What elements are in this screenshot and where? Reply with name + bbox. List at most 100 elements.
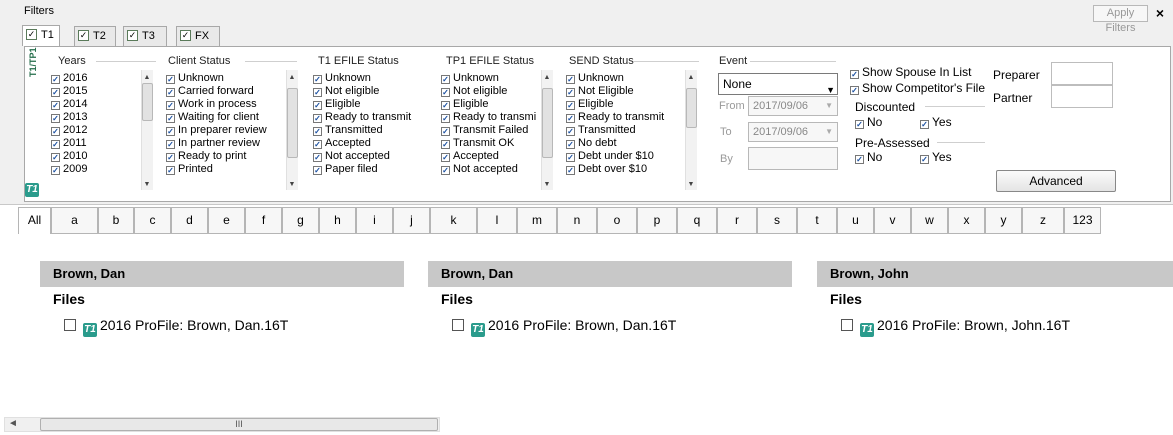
file-name[interactable]: 2016 ProFile: Brown, Dan.16T (100, 317, 288, 333)
alpha-tab-e[interactable]: e (208, 207, 245, 234)
client-status-carried-forward[interactable]: ✓ Carried forward (166, 85, 267, 98)
tp1-efile-unknown[interactable]: ✓ Unknown (441, 72, 541, 85)
alpha-tab-i[interactable]: i (356, 207, 393, 234)
send-unknown[interactable]: ✓ Unknown (566, 72, 664, 85)
show-spouse-checkbox[interactable]: ✓ Show Spouse In List (850, 66, 971, 79)
send-debt-over[interactable]: ✓ Debt over $10 (566, 163, 664, 176)
tp1-efile-not-eligible[interactable]: ✓ Not eligible (441, 85, 541, 98)
t1-efile-unknown[interactable]: ✓ Unknown (313, 72, 411, 85)
t1-efile-ready[interactable]: ✓ Ready to transmit (313, 111, 411, 124)
alpha-tab-all[interactable]: All (18, 207, 51, 234)
alpha-tab-r[interactable]: r (717, 207, 757, 234)
t1-efile-accepted[interactable]: ✓ Accepted (313, 137, 411, 150)
tp1-efile-transmit-failed[interactable]: ✓ Transmit Failed (441, 124, 541, 137)
by-field[interactable] (748, 147, 838, 170)
tp1-efile-eligible[interactable]: ✓ Eligible (441, 98, 541, 111)
alpha-tab-d[interactable]: d (171, 207, 208, 234)
client-status-waiting[interactable]: ✓ Waiting for client (166, 111, 267, 124)
tab-fx[interactable]: ✓ FX (176, 26, 220, 46)
tp1-efile-transmit-ok[interactable]: ✓ Transmit OK (441, 137, 541, 150)
client-header[interactable]: Brown, Dan (40, 261, 404, 287)
year-2011[interactable]: ✓ 2011 (51, 137, 87, 150)
years-scroll-thumb[interactable] (142, 83, 153, 121)
scroll-up-icon[interactable]: ▲ (286, 74, 298, 81)
alpha-tab-q[interactable]: q (677, 207, 717, 234)
scroll-up-icon[interactable]: ▲ (541, 74, 553, 81)
file-name[interactable]: 2016 ProFile: Brown, Dan.16T (488, 317, 676, 333)
apply-filters-button[interactable]: Apply Filters (1093, 5, 1148, 34)
alpha-tab-v[interactable]: v (874, 207, 911, 234)
alpha-tab-l[interactable]: l (477, 207, 517, 234)
year-2016[interactable]: ✓ 2016 (51, 72, 87, 85)
alpha-tab-o[interactable]: o (597, 207, 637, 234)
file-item[interactable]: T1 2016 ProFile: Brown, Dan.16T (64, 317, 288, 337)
alpha-tab-p[interactable]: p (637, 207, 677, 234)
advanced-button[interactable]: Advanced (996, 170, 1116, 192)
alpha-tab-h[interactable]: h (319, 207, 356, 234)
t1-efile-not-eligible[interactable]: ✓ Not eligible (313, 85, 411, 98)
tp1-efile-ready[interactable]: ✓ Ready to transmi (441, 111, 541, 124)
event-select[interactable]: None ▼ (718, 73, 838, 95)
t1-efile-not-accepted[interactable]: ✓ Not accepted (313, 150, 411, 163)
alpha-tab-f[interactable]: f (245, 207, 282, 234)
tab-t3[interactable]: ✓ T3 (123, 26, 167, 46)
alpha-tab-w[interactable]: w (911, 207, 948, 234)
t1-efile-paper-filed[interactable]: ✓ Paper filed (313, 163, 411, 176)
client-status-ready-to-print[interactable]: ✓ Ready to print (166, 150, 267, 163)
tab-checkbox[interactable]: ✓ (78, 29, 89, 41)
alpha-tab-b[interactable]: b (98, 207, 134, 234)
scroll-down-icon[interactable]: ▼ (541, 181, 553, 188)
alpha-tab-n[interactable]: n (557, 207, 597, 234)
alpha-tab-j[interactable]: j (393, 207, 430, 234)
scroll-left-icon[interactable]: ◄ (8, 418, 18, 429)
tab-t1[interactable]: ✓ T1 (22, 25, 60, 46)
horizontal-scroll-thumb[interactable]: III (40, 418, 438, 431)
send-scroll-thumb[interactable] (686, 88, 697, 128)
year-2013[interactable]: ✓ 2013 (51, 111, 87, 124)
client-status-scroll-thumb[interactable] (287, 88, 298, 158)
alpha-tab-u[interactable]: u (837, 207, 874, 234)
alpha-tab-t[interactable]: t (797, 207, 837, 234)
send-eligible[interactable]: ✓ Eligible (566, 98, 664, 111)
preparer-input[interactable] (1051, 62, 1113, 85)
tab-t2[interactable]: ✓ T2 (74, 26, 116, 46)
tab-checkbox[interactable]: ✓ (127, 29, 138, 41)
from-date-field[interactable]: 2017/09/06 ▼ (748, 96, 838, 116)
alpha-tab-y[interactable]: y (985, 207, 1022, 234)
client-header[interactable]: Brown, John (817, 261, 1173, 287)
client-status-printed[interactable]: ✓ Printed (166, 163, 267, 176)
client-status-partner-review[interactable]: ✓ In partner review (166, 137, 267, 150)
alpha-tab-a[interactable]: a (51, 207, 98, 234)
year-2009[interactable]: ✓ 2009 (51, 163, 87, 176)
file-name[interactable]: 2016 ProFile: Brown, John.16T (877, 317, 1070, 333)
t1-efile-eligible[interactable]: ✓ Eligible (313, 98, 411, 111)
alpha-tab-c[interactable]: c (134, 207, 171, 234)
file-checkbox[interactable] (64, 319, 76, 331)
scroll-up-icon[interactable]: ▲ (685, 74, 697, 81)
t1-efile-transmitted[interactable]: ✓ Transmitted (313, 124, 411, 137)
file-checkbox[interactable] (452, 319, 464, 331)
scroll-down-icon[interactable]: ▼ (286, 181, 298, 188)
client-status-unknown[interactable]: ✓ Unknown (166, 72, 267, 85)
alpha-tab-x[interactable]: x (948, 207, 985, 234)
tp1-scroll-thumb[interactable] (542, 88, 553, 158)
send-no-debt[interactable]: ✓ No debt (566, 137, 664, 150)
to-date-field[interactable]: 2017/09/06 ▼ (748, 122, 838, 142)
scroll-up-icon[interactable]: ▲ (141, 74, 153, 81)
tp1-efile-not-accepted[interactable]: ✓ Not accepted (441, 163, 541, 176)
year-2014[interactable]: ✓ 2014 (51, 98, 87, 111)
close-icon[interactable]: × (1153, 5, 1167, 21)
scroll-down-icon[interactable]: ▼ (141, 181, 153, 188)
alpha-tab-g[interactable]: g (282, 207, 319, 234)
file-checkbox[interactable] (841, 319, 853, 331)
alpha-tab-z[interactable]: z (1022, 207, 1064, 234)
year-2010[interactable]: ✓ 2010 (51, 150, 87, 163)
side-tab-label[interactable]: T1/TP1 (26, 47, 40, 77)
tab-checkbox[interactable]: ✓ (180, 29, 191, 41)
pre-assessed-yes-checkbox[interactable]: ✓ Yes (920, 151, 952, 164)
send-transmitted[interactable]: ✓ Transmitted (566, 124, 664, 137)
file-item[interactable]: T1 2016 ProFile: Brown, John.16T (841, 317, 1070, 337)
scroll-down-icon[interactable]: ▼ (685, 181, 697, 188)
send-ready[interactable]: ✓ Ready to transmit (566, 111, 664, 124)
send-not-eligible[interactable]: ✓ Not Eligible (566, 85, 664, 98)
